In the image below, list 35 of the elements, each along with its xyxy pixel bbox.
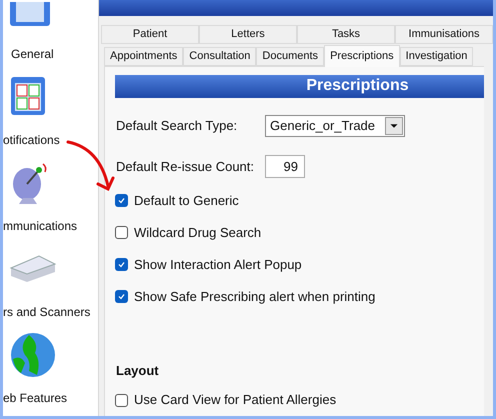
checkbox-label: Show Interaction Alert Popup [134, 256, 302, 274]
tab[interactable]: Patient [101, 24, 199, 44]
sidebar-item[interactable]: otifications [3, 132, 98, 148]
sidebar-item[interactable]: rs and Scanners [3, 304, 98, 320]
checkbox-label: Use Card View for Patient Allergies [134, 391, 336, 410]
field-label: Default Re-issue Count: [115, 158, 256, 176]
sidebar-item[interactable]: mmunications [3, 218, 98, 234]
check-icon [117, 196, 126, 205]
tab[interactable]: Consultation [183, 46, 256, 66]
section-heading: Layout [115, 362, 160, 380]
tab[interactable]: Tasks [297, 24, 395, 44]
globe-icon[interactable] [9, 331, 57, 379]
checkbox-label: Default to Generic [134, 192, 239, 210]
sidebar-item[interactable]: eb Features [3, 390, 98, 406]
field-label: Default Search Type: [115, 116, 238, 135]
tab[interactable]: Immunisations [395, 24, 493, 44]
tab[interactable]: Documents [256, 46, 324, 66]
tab[interactable]: Investigation [400, 46, 474, 66]
checkbox-label: Show Safe Prescribing alert when printing [134, 288, 376, 306]
check-icon [117, 260, 126, 269]
search-type-dropdown[interactable]: Generic_or_Trade [265, 114, 405, 136]
checkbox[interactable] [115, 226, 128, 239]
checkbox[interactable] [115, 194, 128, 207]
tab[interactable]: Letters [199, 24, 297, 44]
checkbox[interactable] [115, 394, 128, 406]
reissue-count-field[interactable]: 99 [265, 155, 305, 178]
checkbox[interactable] [115, 290, 128, 303]
panel-title: Prescriptions [115, 74, 484, 98]
check-icon [117, 292, 126, 301]
tab[interactable]: Appointments [104, 46, 184, 66]
sidebar-item[interactable]: General [3, 46, 98, 62]
checkbox[interactable] [115, 258, 128, 271]
annotation-arrow [66, 140, 116, 192]
tab[interactable]: Prescriptions [324, 44, 400, 66]
checkbox-label: Wildcard Drug Search [134, 224, 262, 242]
